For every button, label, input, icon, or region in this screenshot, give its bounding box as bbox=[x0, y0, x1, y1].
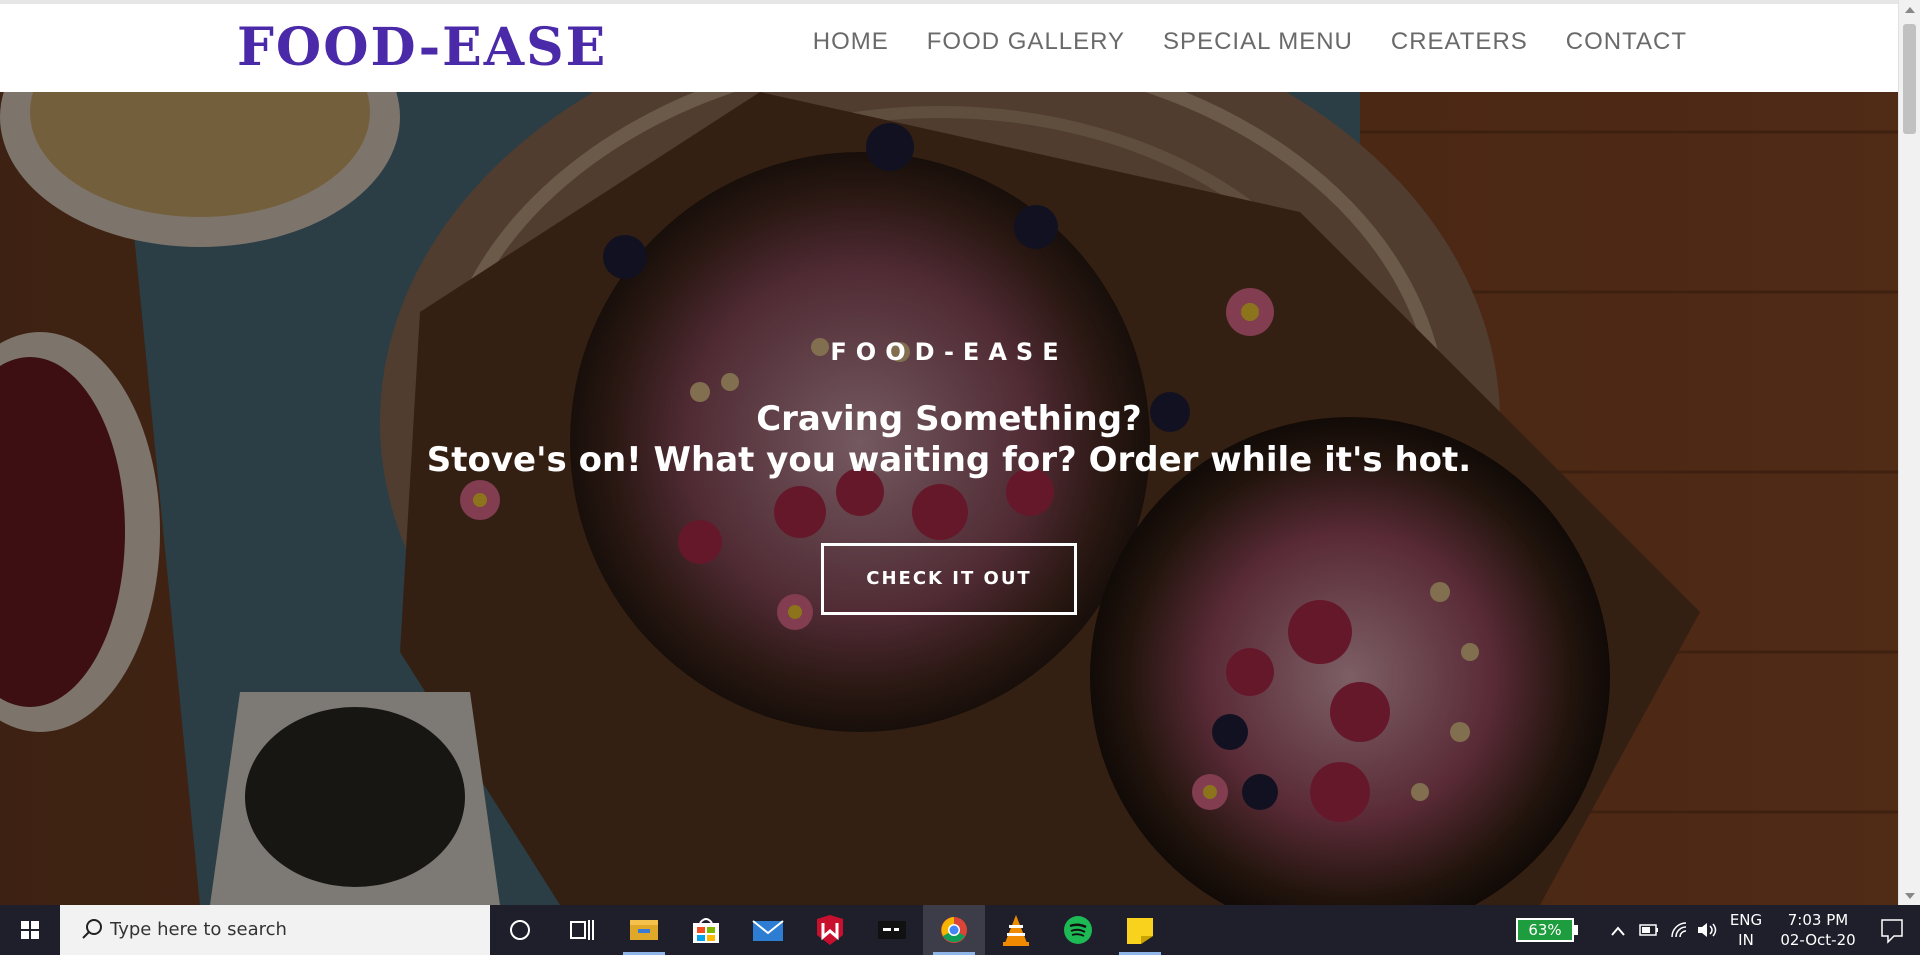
scroll-up-icon[interactable] bbox=[1905, 7, 1915, 13]
volume-icon bbox=[1698, 923, 1717, 937]
language-indicator[interactable]: ENG IN bbox=[1728, 910, 1764, 950]
check-it-out-button[interactable]: CHECK IT OUT bbox=[821, 543, 1077, 615]
brand-logo[interactable]: FOOD-EASE bbox=[237, 18, 607, 78]
site-header: FOOD-EASE HOME FOOD GALLERY SPECIAL MENU… bbox=[0, 0, 1898, 92]
scroll-thumb[interactable] bbox=[1903, 24, 1916, 134]
file-explorer-icon bbox=[630, 920, 658, 940]
hero-content: FOOD-EASE Craving Something? Stove's on!… bbox=[0, 337, 1898, 615]
battery-percentage[interactable]: 63% bbox=[1516, 918, 1574, 942]
main-nav: HOME FOOD GALLERY SPECIAL MENU CREATERS … bbox=[813, 26, 1687, 58]
sticky-notes-button[interactable] bbox=[1109, 905, 1171, 955]
spotify-icon bbox=[1064, 916, 1092, 944]
language-code: ENG bbox=[1729, 911, 1763, 929]
spotify-button[interactable] bbox=[1047, 905, 1109, 955]
terminal-button[interactable] bbox=[861, 905, 923, 955]
cortana-button[interactable] bbox=[489, 905, 551, 955]
windows-logo-icon bbox=[21, 921, 39, 939]
clock-date: 02-Oct-20 bbox=[1780, 931, 1856, 949]
mcafee-icon bbox=[817, 915, 843, 945]
taskbar-search-box[interactable]: Type here to search bbox=[60, 905, 490, 955]
nav-special-menu[interactable]: SPECIAL MENU bbox=[1163, 26, 1353, 58]
chrome-icon bbox=[941, 917, 967, 943]
nav-food-gallery[interactable]: FOOD GALLERY bbox=[927, 26, 1125, 58]
task-view-button[interactable] bbox=[551, 905, 613, 955]
mcafee-button[interactable] bbox=[799, 905, 861, 955]
nav-contact[interactable]: CONTACT bbox=[1566, 26, 1687, 58]
nav-home[interactable]: HOME bbox=[813, 26, 889, 58]
vlc-button[interactable] bbox=[985, 905, 1047, 955]
mail-icon bbox=[752, 920, 784, 941]
chevron-up-icon bbox=[1611, 926, 1625, 936]
hero-section: FOOD-EASE Craving Something? Stove's on!… bbox=[0, 92, 1898, 905]
cortana-icon bbox=[510, 920, 530, 940]
vlc-icon bbox=[1003, 915, 1029, 946]
hero-kicker: FOOD-EASE bbox=[830, 338, 1068, 366]
hero-headline: Craving Something? bbox=[756, 399, 1142, 439]
nav-creaters[interactable]: CREATERS bbox=[1391, 26, 1528, 58]
battery-icon bbox=[1639, 924, 1658, 936]
clock[interactable]: 7:03 PM 02-Oct-20 bbox=[1772, 910, 1864, 950]
search-placeholder: Type here to search bbox=[110, 919, 287, 940]
terminal-icon bbox=[878, 921, 906, 939]
hero-subheadline: Stove's on! What you waiting for? Order … bbox=[426, 440, 1472, 480]
mail-button[interactable] bbox=[737, 905, 799, 955]
store-icon bbox=[693, 918, 719, 943]
scroll-down-icon[interactable] bbox=[1905, 893, 1915, 899]
store-button[interactable] bbox=[675, 905, 737, 955]
wifi-icon bbox=[1671, 922, 1687, 938]
start-button[interactable] bbox=[0, 905, 60, 955]
battery-nub bbox=[1574, 925, 1578, 935]
sticky-notes-icon bbox=[1127, 918, 1153, 944]
notifications-icon[interactable] bbox=[1872, 905, 1912, 955]
page-scrollbar[interactable] bbox=[1898, 0, 1920, 905]
file-explorer-button[interactable] bbox=[613, 905, 675, 955]
windows-taskbar: Type here to search 63% ENG IN 7:03 PM 0… bbox=[0, 905, 1920, 955]
search-icon bbox=[82, 919, 102, 939]
language-region: IN bbox=[1738, 931, 1754, 949]
clock-time: 7:03 PM bbox=[1787, 911, 1849, 929]
task-view-icon bbox=[570, 920, 594, 940]
chrome-button[interactable] bbox=[923, 905, 985, 955]
